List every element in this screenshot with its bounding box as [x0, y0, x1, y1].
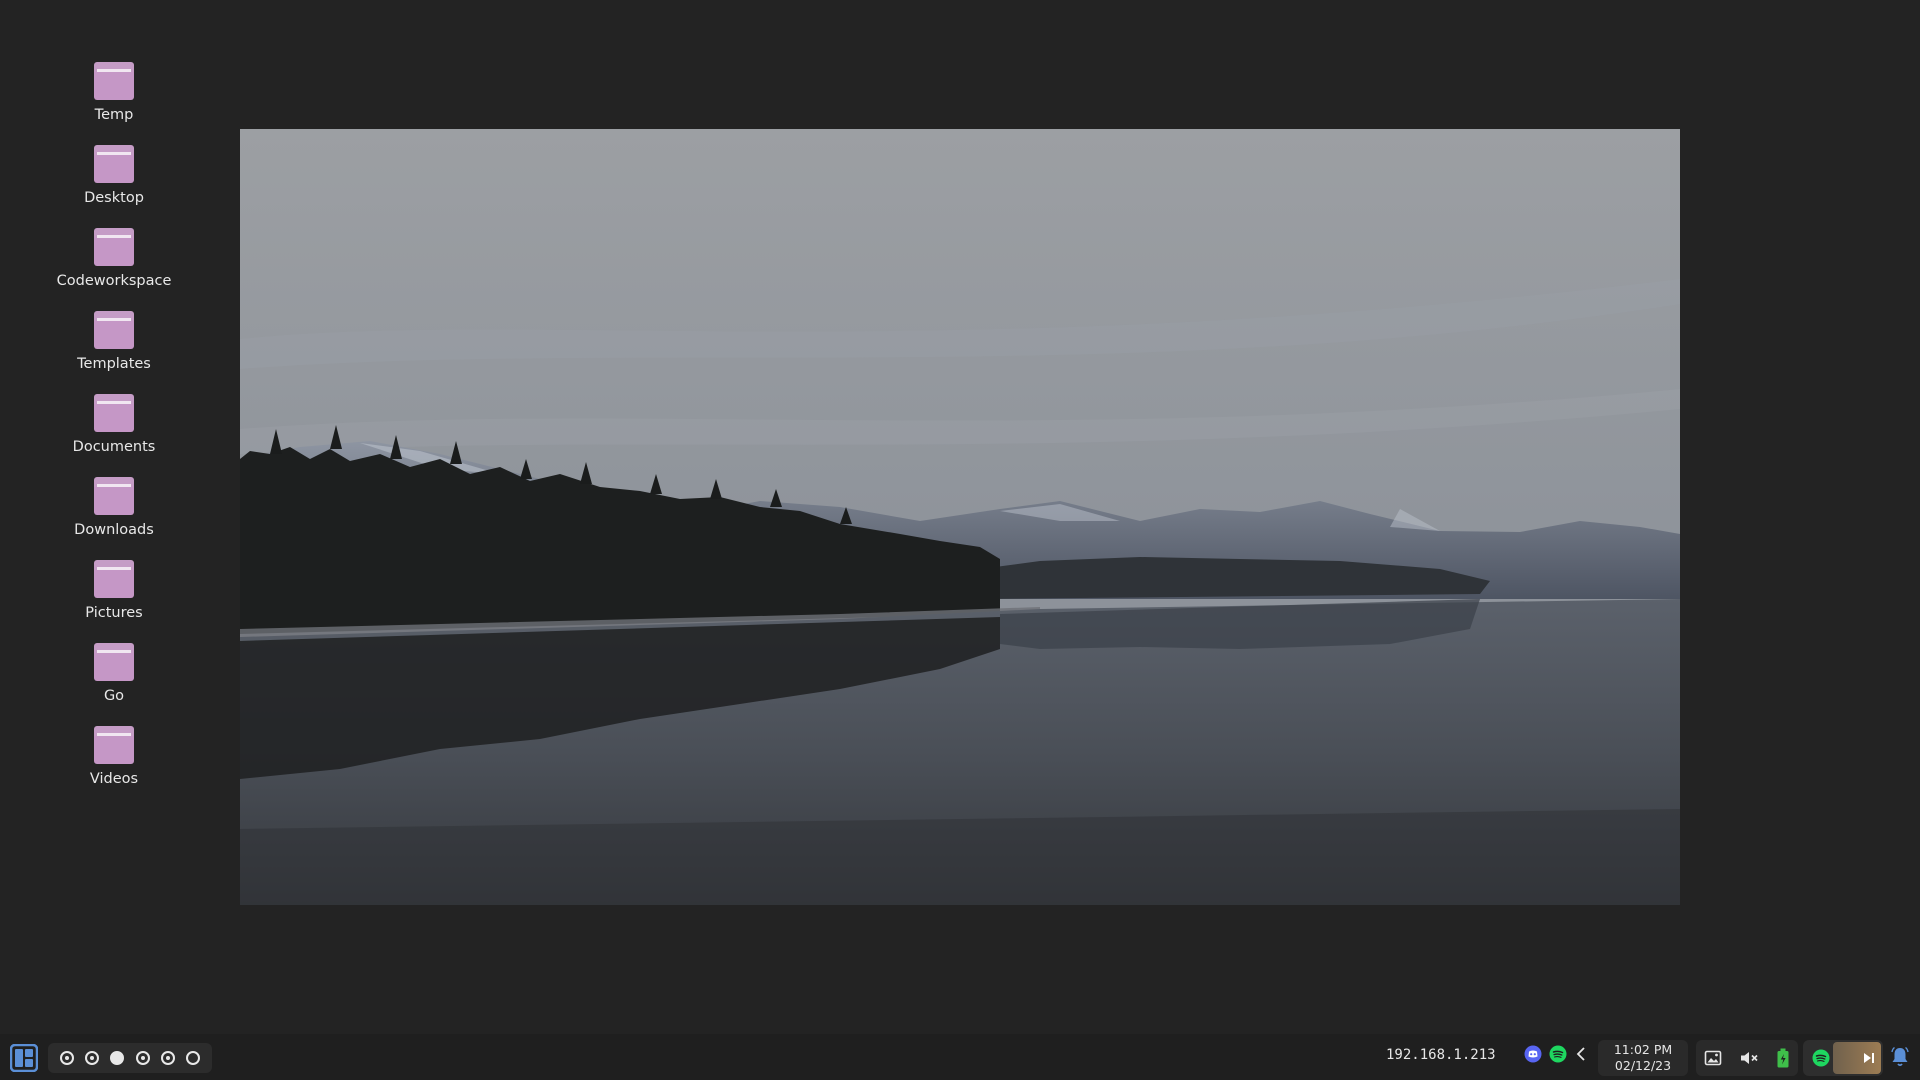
ip-address: 192.168.1.213 [1386, 1047, 1496, 1063]
folder-icon [94, 726, 134, 764]
workspace-4[interactable] [135, 1051, 150, 1065]
folder-icon [94, 643, 134, 681]
clock-time: 11:02 PM [1613, 1042, 1673, 1057]
media-widget[interactable] [1803, 1040, 1883, 1076]
workspace-6[interactable] [186, 1051, 201, 1065]
workspace-2[interactable] [84, 1051, 99, 1065]
wallpaper-landscape [240, 129, 1680, 905]
desktop-icon-temp[interactable]: Temp [34, 56, 194, 139]
workspace-switcher [48, 1043, 212, 1073]
layout-grid-icon[interactable] [10, 1044, 38, 1072]
desktop-icon-label: Codeworkspace [56, 273, 172, 289]
workspace-3[interactable] [110, 1051, 125, 1065]
chevron-left-icon[interactable] [1574, 1045, 1588, 1063]
clock-date: 02/12/23 [1614, 1058, 1672, 1073]
desktop-icon-label: Desktop [84, 190, 144, 206]
folder-icon [94, 311, 134, 349]
desktop-icon-label: Documents [72, 439, 156, 455]
folder-icon [94, 62, 134, 100]
wallpaper-image [240, 129, 1680, 905]
volume-muted-icon[interactable] [1739, 1049, 1759, 1067]
desktop-icon-label: Downloads [74, 522, 154, 538]
spotify-icon[interactable] [1549, 1045, 1567, 1063]
desktop-icon-videos[interactable]: Videos [34, 720, 194, 803]
desktop-icon-label: Videos [89, 771, 139, 787]
skip-next-icon[interactable] [1862, 1051, 1876, 1065]
taskbar: 192.168.1.213 11:02 PM 02/12/23 [0, 1034, 1920, 1080]
desktop-icon-downloads[interactable]: Downloads [34, 471, 194, 554]
system-tray [1696, 1040, 1798, 1076]
folder-icon [94, 477, 134, 515]
desktop-icon-label: Templates [77, 356, 151, 372]
desktop-icon-codeworkspace[interactable]: Codeworkspace [34, 222, 194, 305]
spotify-icon[interactable] [1812, 1049, 1830, 1067]
bell-icon[interactable] [1890, 1046, 1910, 1068]
clock[interactable]: 11:02 PM 02/12/23 [1598, 1040, 1688, 1076]
desktop-icon-pictures[interactable]: Pictures [34, 554, 194, 637]
folder-icon [94, 394, 134, 432]
desktop-icon-label: Temp [94, 107, 134, 123]
folder-icon [94, 145, 134, 183]
desktop-icon-documents[interactable]: Documents [34, 388, 194, 471]
desktop-icon-label: Pictures [85, 605, 143, 621]
folder-icon [94, 560, 134, 598]
desktop-icon-templates[interactable]: Templates [34, 305, 194, 388]
workspace-1[interactable] [59, 1051, 74, 1065]
desktop-icon-go[interactable]: Go [34, 637, 194, 720]
tray-apps [1524, 1045, 1588, 1063]
discord-icon[interactable] [1524, 1045, 1542, 1063]
desktop: Temp Desktop Codeworkspace Templates Documen… [0, 0, 1920, 1034]
desktop-icon-desktop[interactable]: Desktop [34, 139, 194, 222]
folder-icon [94, 228, 134, 266]
screenshot-icon[interactable] [1704, 1049, 1722, 1067]
workspace-5[interactable] [160, 1051, 175, 1065]
battery-charging-icon[interactable] [1776, 1048, 1790, 1068]
desktop-icon-label: Go [103, 688, 125, 704]
desktop-icon-column: Temp Desktop Codeworkspace Templates Documen… [34, 56, 194, 803]
